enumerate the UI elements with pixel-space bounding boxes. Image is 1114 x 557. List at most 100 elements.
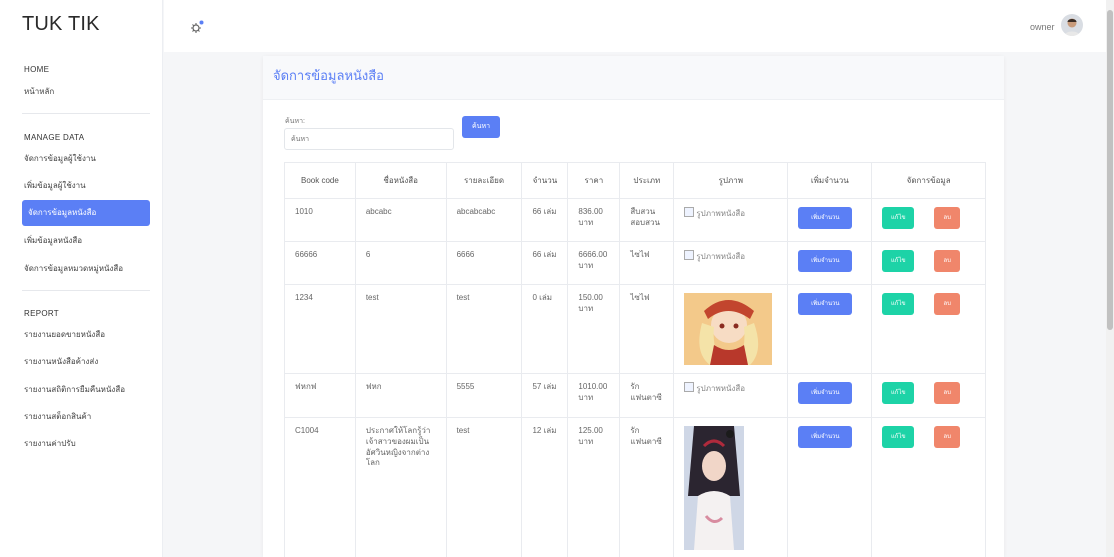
book-image-cell: รูปภาพหนังสือ xyxy=(673,241,789,285)
add-quantity-button[interactable]: เพิ่มจำนวน xyxy=(798,382,853,404)
sidebar-item-report-pending[interactable]: รายงานหนังสือค้างส่ง xyxy=(22,349,150,375)
nav-heading-manage: MANAGE DATA xyxy=(24,133,85,142)
divider xyxy=(22,290,150,291)
book-cover-image xyxy=(684,426,745,550)
search-button[interactable]: ค้นหา xyxy=(462,116,500,138)
settings-icon[interactable] xyxy=(190,20,204,34)
page-title: จัดการข้อมูลหนังสือ xyxy=(273,68,384,83)
book-price: 1010.00 บาท xyxy=(567,373,621,418)
sidebar-item-manage-categories[interactable]: จัดการข้อมูลหมวดหมู่หนังสือ xyxy=(22,256,150,282)
avatar[interactable] xyxy=(1061,14,1083,36)
add-quantity-button[interactable]: เพิ่มจำนวน xyxy=(798,426,853,448)
nav-heading-report: REPORT xyxy=(24,309,59,318)
broken-image-icon: รูปภาพหนังสือ xyxy=(684,209,745,218)
column-header: เพิ่มจำนวน xyxy=(787,162,873,199)
book-qty: 0 เล่ม xyxy=(521,284,569,374)
actions-cell: แก้ไข ลบ xyxy=(871,417,986,557)
add-qty-cell: เพิ่มจำนวน xyxy=(787,417,873,557)
book-image-cell: รูปภาพหนังสือ xyxy=(673,198,789,242)
column-header: ชื่อหนังสือ xyxy=(354,162,447,199)
delete-button[interactable]: ลบ xyxy=(934,207,961,229)
book-qty: 66 เล่ม xyxy=(521,241,569,285)
edit-button[interactable]: แก้ไข xyxy=(882,293,915,315)
book-qty: 12 เล่ม xyxy=(521,417,569,557)
sidebar-item-add-book[interactable]: เพิ่มข้อมูลหนังสือ xyxy=(22,228,150,254)
column-header: จัดการข้อมูล xyxy=(871,162,986,199)
delete-button[interactable]: ลบ xyxy=(934,382,961,404)
column-header: Book code xyxy=(284,162,356,199)
book-detail: abcabcabc xyxy=(445,198,523,242)
add-quantity-button[interactable]: เพิ่มจำนวน xyxy=(798,207,853,229)
add-qty-cell: เพิ่มจำนวน xyxy=(787,284,873,374)
book-code: ฟหกฟ xyxy=(284,373,356,418)
table-row: C1004 ประกาศให้โลกรู้ว่าเจ้าสาวของผมเป็น… xyxy=(284,417,986,557)
column-header: ประเภท xyxy=(619,162,675,199)
sidebar-item-report-stock[interactable]: รายงานสต็อกสินค้า xyxy=(22,404,150,430)
search-label: ค้นหา: xyxy=(285,118,305,125)
delete-button[interactable]: ลบ xyxy=(934,250,961,272)
book-code: C1004 xyxy=(284,417,356,557)
sidebar-item-home[interactable]: หน้าหลัก xyxy=(22,79,150,105)
edit-button[interactable]: แก้ไข xyxy=(882,207,915,229)
book-type: สืบสวน สอบสวน xyxy=(619,198,675,242)
sidebar-item-manage-users[interactable]: จัดการข้อมูลผู้ใช้งาน xyxy=(22,146,150,172)
edit-button[interactable]: แก้ไข xyxy=(882,250,915,272)
table-row: 1010 abcabc abcabcabc 66 เล่ม 836.00 บาท… xyxy=(284,198,986,242)
table-row: ฟหกฟ ฟหก 5555 57 เล่ม 1010.00 บาท รัก แฟ… xyxy=(284,373,986,418)
book-price: 836.00 บาท xyxy=(567,198,621,242)
column-header: รูปภาพ xyxy=(673,162,789,199)
broken-image-icon: รูปภาพหนังสือ xyxy=(684,252,745,261)
divider xyxy=(22,113,150,114)
sidebar: TUK TIK HOME หน้าหลัก MANAGE DATA จัดการ… xyxy=(0,0,163,557)
table-row: 66666 6 6666 66 เล่ม 6666.00 บาท ไซไฟ รู… xyxy=(284,241,986,285)
column-header: ราคา xyxy=(567,162,621,199)
search-input[interactable] xyxy=(284,128,454,150)
book-name: abcabc xyxy=(354,198,447,242)
actions-cell: แก้ไข ลบ xyxy=(871,241,986,285)
add-qty-cell: เพิ่มจำนวน xyxy=(787,241,873,285)
sidebar-item-report-sales[interactable]: รายงานยอดขายหนังสือ xyxy=(22,322,150,348)
book-image-cell: รูปภาพหนังสือ xyxy=(673,373,789,418)
add-qty-cell: เพิ่มจำนวน xyxy=(787,373,873,418)
add-quantity-button[interactable]: เพิ่มจำนวน xyxy=(798,250,853,272)
sidebar-item-report-fines[interactable]: รายงานค่าปรับ xyxy=(22,431,150,457)
delete-button[interactable]: ลบ xyxy=(934,426,961,448)
book-type: ไซไฟ xyxy=(619,241,675,285)
table-row: 1234 test test 0 เล่ม 150.00 บาท ไซไฟ เพ… xyxy=(284,284,986,374)
book-type: ไซไฟ xyxy=(619,284,675,374)
book-type: รัก แฟนตาซี xyxy=(619,373,675,418)
card-header: จัดการข้อมูลหนังสือ xyxy=(263,56,1004,100)
table-header-row: Book code ชื่อหนังสือ รายละเอียด จำนวน ร… xyxy=(284,162,986,199)
book-detail: test xyxy=(445,417,523,557)
book-qty: 66 เล่ม xyxy=(521,198,569,242)
book-detail: 6666 xyxy=(445,241,523,285)
book-detail: 5555 xyxy=(445,373,523,418)
sidebar-item-manage-books[interactable]: จัดการข้อมูลหนังสือ xyxy=(22,200,150,226)
nav-heading-home: HOME xyxy=(24,65,50,74)
username-label[interactable]: owner xyxy=(1030,22,1055,32)
book-price: 125.00 บาท xyxy=(567,417,621,557)
book-name: ฟหก xyxy=(354,373,447,418)
brand-logo[interactable]: TUK TIK xyxy=(22,13,100,36)
broken-image-icon: รูปภาพหนังสือ xyxy=(684,384,745,393)
sidebar-item-add-user[interactable]: เพิ่มข้อมูลผู้ใช้งาน xyxy=(22,173,150,199)
actions-cell: แก้ไข ลบ xyxy=(871,284,986,374)
book-detail: test xyxy=(445,284,523,374)
book-image-cell xyxy=(673,284,789,374)
column-header: รายละเอียด xyxy=(445,162,523,199)
book-code: 66666 xyxy=(284,241,356,285)
book-price: 150.00 บาท xyxy=(567,284,621,374)
book-code: 1010 xyxy=(284,198,356,242)
actions-cell: แก้ไข ลบ xyxy=(871,373,986,418)
scrollbar-thumb[interactable] xyxy=(1107,10,1113,330)
book-code: 1234 xyxy=(284,284,356,374)
book-name: ประกาศให้โลกรู้ว่าเจ้าสาวของผมเป็นอัศวิน… xyxy=(354,417,447,557)
add-qty-cell: เพิ่มจำนวน xyxy=(787,198,873,242)
edit-button[interactable]: แก้ไข xyxy=(882,382,915,404)
delete-button[interactable]: ลบ xyxy=(934,293,961,315)
column-header: จำนวน xyxy=(521,162,569,199)
add-quantity-button[interactable]: เพิ่มจำนวน xyxy=(798,293,853,315)
sidebar-item-report-borrow[interactable]: รายงานสถิติการยืมคืนหนังสือ xyxy=(22,377,150,403)
book-qty: 57 เล่ม xyxy=(521,373,569,418)
edit-button[interactable]: แก้ไข xyxy=(882,426,915,448)
